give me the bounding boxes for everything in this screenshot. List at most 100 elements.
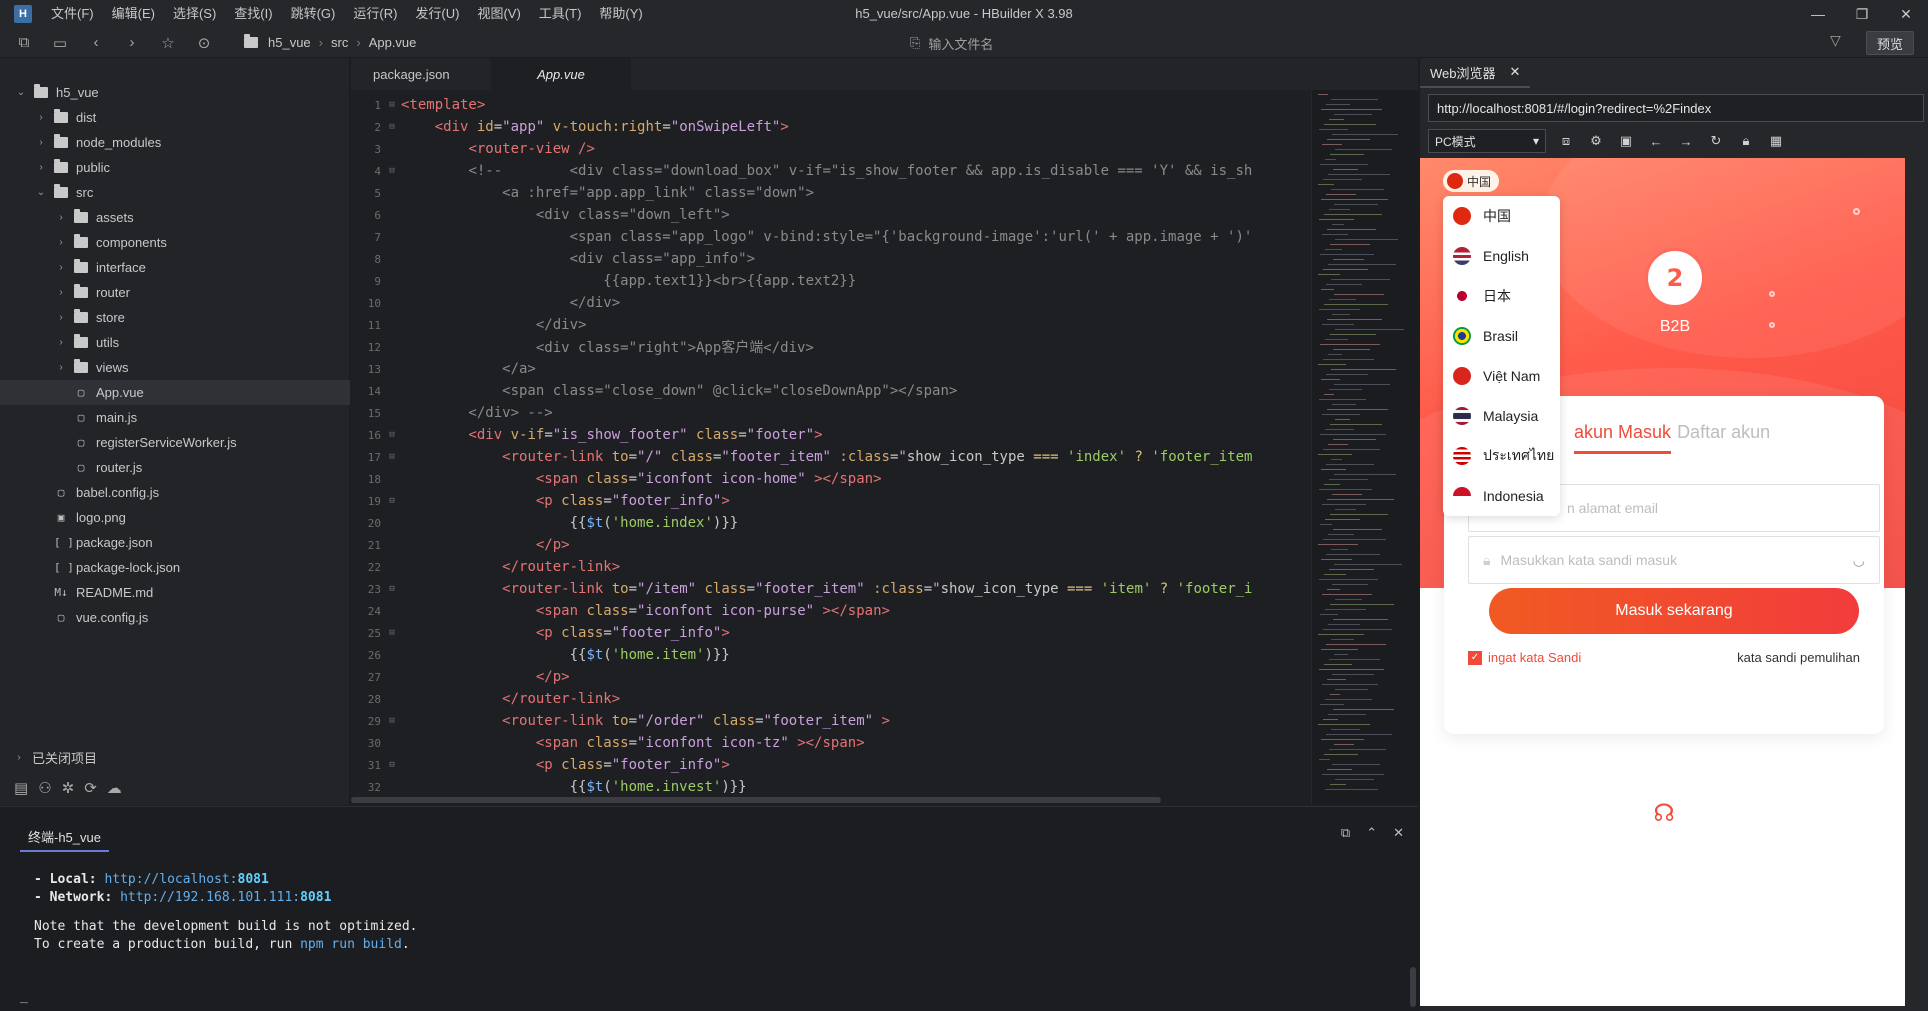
breadcrumb-item[interactable]: App.vue xyxy=(369,35,417,50)
tree-item[interactable]: › utils xyxy=(0,330,350,355)
language-option[interactable]: Brasil xyxy=(1443,316,1560,356)
fold-icon[interactable]: ⊟ xyxy=(385,100,399,110)
tree-item[interactable]: ▢ vue.config.js xyxy=(0,605,350,630)
breadcrumb-item[interactable]: src xyxy=(331,35,348,50)
menu-item[interactable]: 编辑(E) xyxy=(103,0,164,28)
source-control-icon[interactable]: ⟳ xyxy=(84,779,97,797)
close-icon[interactable]: ✕ xyxy=(1884,0,1928,28)
fold-icon[interactable]: ⊟ xyxy=(385,628,399,638)
remember-password[interactable]: ✓ ingat kata Sandi xyxy=(1468,650,1581,665)
console-icon[interactable]: ▣ xyxy=(1616,131,1636,151)
terminal-cursor[interactable]: _ xyxy=(20,989,28,1004)
language-selector[interactable]: 中国 xyxy=(1443,170,1499,192)
tree-item[interactable]: ▢ babel.config.js xyxy=(0,480,350,505)
language-option[interactable]: English xyxy=(1443,236,1560,276)
browser-scrollbar[interactable] xyxy=(1909,158,1925,1006)
menu-item[interactable]: 工具(T) xyxy=(530,0,591,28)
url-input[interactable]: http://localhost:8081/#/login?redirect=%… xyxy=(1428,94,1924,122)
language-option[interactable]: Indonesia xyxy=(1443,476,1560,516)
tree-item[interactable]: [ ] package.json xyxy=(0,530,350,555)
menu-item[interactable]: 视图(V) xyxy=(468,0,529,28)
tree-item[interactable]: › node_modules xyxy=(0,130,350,155)
menu-item[interactable]: 发行(U) xyxy=(406,0,468,28)
file-search-input[interactable]: 输入文件名 xyxy=(928,34,993,53)
close-icon[interactable]: ✕ xyxy=(1510,64,1521,80)
menu-item[interactable]: 运行(R) xyxy=(344,0,406,28)
preview-button[interactable]: 预览 xyxy=(1866,31,1914,55)
tree-item[interactable]: › router xyxy=(0,280,350,305)
horizontal-scrollbar[interactable] xyxy=(351,797,1161,803)
new-file-icon[interactable]: ⧉ xyxy=(12,31,36,55)
tree-item[interactable]: › assets xyxy=(0,205,350,230)
refresh-icon[interactable]: ↻ xyxy=(1706,131,1726,151)
forward-icon[interactable]: → xyxy=(1676,131,1696,151)
terminal-url[interactable]: http://localhost: xyxy=(104,872,237,887)
tree-item[interactable]: › components xyxy=(0,230,350,255)
tree-item[interactable]: ⌄ src xyxy=(0,180,350,205)
tree-item[interactable]: [ ] package-lock.json xyxy=(0,555,350,580)
tree-item[interactable]: › interface xyxy=(0,255,350,280)
save-icon[interactable]: ▭ xyxy=(48,31,72,55)
fold-icon[interactable]: ⊟ xyxy=(385,716,399,726)
breadcrumb-item[interactable]: h5_vue xyxy=(268,35,311,50)
back-icon[interactable]: ‹ xyxy=(84,31,108,55)
tree-item[interactable]: M↓ README.md xyxy=(0,580,350,605)
close-terminal-icon[interactable]: ✕ xyxy=(1393,825,1404,841)
settings-icon[interactable]: ⚙ xyxy=(1586,131,1606,151)
back-icon[interactable]: ← xyxy=(1646,131,1666,151)
menu-item[interactable]: 选择(S) xyxy=(164,0,225,28)
tab-package-json[interactable]: package.json xyxy=(351,58,491,90)
filter-icon[interactable]: ▽ xyxy=(1830,32,1841,49)
debug-icon[interactable]: ✲ xyxy=(62,779,75,797)
terminal-scrollbar[interactable] xyxy=(1410,967,1416,1007)
terminal-url[interactable]: http://192.168.101.111: xyxy=(120,890,300,905)
plugins-icon[interactable]: ⚇ xyxy=(38,779,51,797)
tree-item[interactable]: ▣ logo.png xyxy=(0,505,350,530)
star-icon[interactable]: ☆ xyxy=(156,31,180,55)
password-field[interactable]: 🔒︎ Masukkan kata sandi masuk ◡ xyxy=(1468,536,1880,584)
language-option[interactable]: 日本 xyxy=(1443,276,1560,316)
cloud-icon[interactable]: ☁ xyxy=(107,779,122,797)
new-terminal-icon[interactable]: ⧉ xyxy=(1341,825,1350,841)
tree-item[interactable]: ▢ main.js xyxy=(0,405,350,430)
forward-icon[interactable]: › xyxy=(120,31,144,55)
fold-icon[interactable]: ⊟ xyxy=(385,584,399,594)
tree-item[interactable]: › dist xyxy=(0,105,350,130)
fold-icon[interactable]: ⊟ xyxy=(385,166,399,176)
menu-item[interactable]: 帮助(Y) xyxy=(590,0,651,28)
tab-app-vue[interactable]: App.vue xyxy=(491,58,631,90)
tab-login[interactable]: akun Masuk xyxy=(1574,422,1672,454)
language-option[interactable]: ประเทศไทย xyxy=(1443,436,1560,476)
language-option[interactable]: Malaysia xyxy=(1443,396,1560,436)
tree-item[interactable]: › views xyxy=(0,355,350,380)
login-button[interactable]: Masuk sekarang xyxy=(1489,588,1859,634)
password-input[interactable]: Masukkan kata sandi masuk xyxy=(1500,552,1677,568)
file-search[interactable]: ⎘ 输入文件名 xyxy=(910,31,993,55)
menu-item[interactable]: 查找(I) xyxy=(225,0,281,28)
closed-projects[interactable]: › 已关闭项目 xyxy=(0,746,350,768)
remember-checkbox[interactable]: ✓ xyxy=(1468,650,1482,665)
lock-icon[interactable]: 🔒︎ xyxy=(1736,131,1756,151)
fold-icon[interactable]: ⊟ xyxy=(385,430,399,440)
fold-icon[interactable]: ⊟ xyxy=(385,760,399,770)
restore-icon[interactable]: ❐ xyxy=(1840,0,1884,28)
qr-code-icon[interactable]: ▦ xyxy=(1766,131,1786,151)
code-editor[interactable]: 1 ⊟ <template> 2 ⊟ <div id="app" v-touch:rig… xyxy=(351,90,1418,805)
tab-terminal[interactable]: 终端-h5_vue xyxy=(20,823,109,852)
language-option[interactable]: Việt Nam xyxy=(1443,356,1560,396)
chevron-up-icon[interactable]: ⌃ xyxy=(1366,825,1377,841)
tree-item[interactable]: ▢ registerServiceWorker.js xyxy=(0,430,350,455)
tab-register[interactable]: Daftar akun xyxy=(1677,422,1770,454)
fold-icon[interactable]: ⊟ xyxy=(385,122,399,132)
customer-service-icon[interactable]: ☊ xyxy=(1649,798,1679,828)
tab-web-browser[interactable]: Web浏览器 ✕ xyxy=(1420,58,1531,88)
menu-item[interactable]: 跳转(G) xyxy=(282,0,345,28)
menu-item[interactable]: 文件(F) xyxy=(42,0,103,28)
tree-item[interactable]: ⌄ h5_vue xyxy=(0,80,350,105)
fold-icon[interactable]: ⊟ xyxy=(385,496,399,506)
eye-icon[interactable]: ◡ xyxy=(1853,552,1865,569)
minimize-icon[interactable]: — xyxy=(1796,0,1840,28)
minimap[interactable] xyxy=(1311,90,1418,805)
tree-item[interactable]: › public xyxy=(0,155,350,180)
tree-item[interactable]: › store xyxy=(0,305,350,330)
